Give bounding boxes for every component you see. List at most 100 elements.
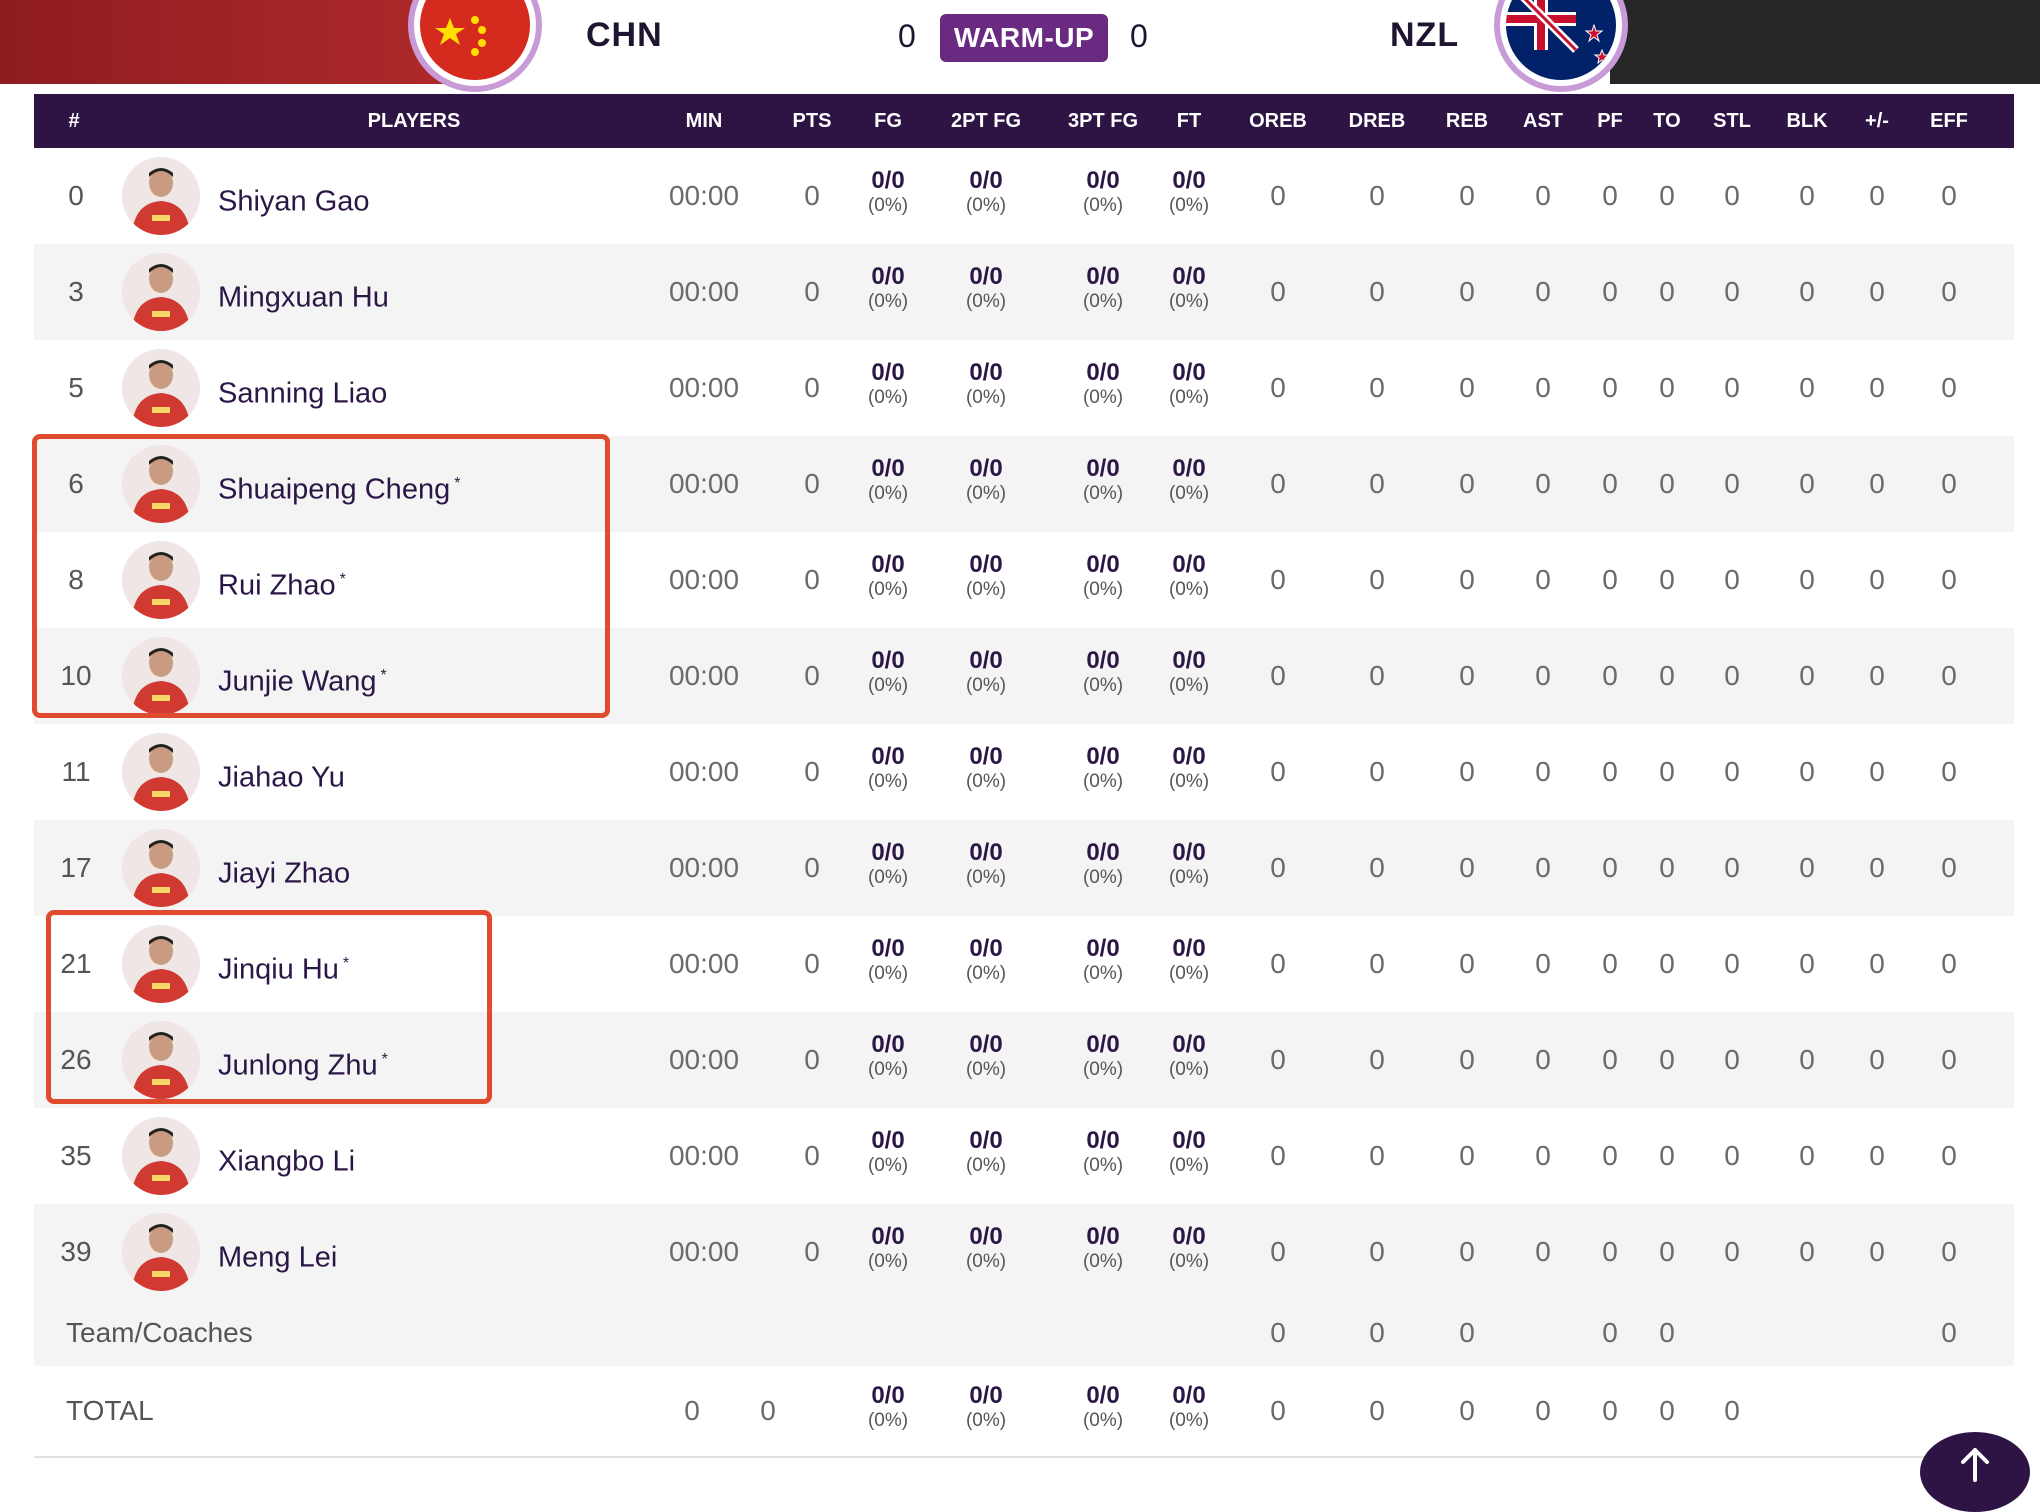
player-3pt-fg-made: 0/0 <box>1086 359 1120 386</box>
player-plus-minus: 0 <box>1869 372 1885 403</box>
player-fg: 0/0 (0%) <box>848 840 928 890</box>
player-plus-minus: 0 <box>1869 1236 1885 1267</box>
player-avatar[interactable] <box>122 1213 200 1291</box>
total-ft-made: 0/0 <box>1172 1382 1206 1409</box>
player-name-link[interactable]: Mingxuan Hu <box>218 244 393 340</box>
player-name-link[interactable]: Jiahao Yu <box>218 724 349 820</box>
col-number: # <box>68 110 80 132</box>
player-3pt-fg-pct: (0%) <box>1082 867 1124 888</box>
player-oreb: 0 <box>1270 660 1286 691</box>
player-min: 00:00 <box>668 276 740 307</box>
player-ft: 0/0 (0%) <box>1149 744 1229 794</box>
player-row[interactable]: 39 Meng Lei 00:00 0 0 0 0 0 0 0 0 0 0 0 0/0 (0%) 0/0 (0%)… <box>34 1204 2014 1300</box>
score-banner: CHN 0 WARM-UP 0 NZL <box>0 0 2040 92</box>
player-avatar[interactable] <box>122 733 200 811</box>
total-2pt-made: 0/0 <box>969 1382 1003 1409</box>
player-dreb: 0 <box>1369 372 1385 403</box>
player-oreb: 0 <box>1270 372 1286 403</box>
player-3pt-fg: 0/0 (0%) <box>1063 648 1143 698</box>
player-ft: 0/0 (0%) <box>1149 456 1229 506</box>
player-2pt-fg-made: 0/0 <box>969 1223 1003 1250</box>
player-name-link[interactable]: Sanning Liao <box>218 340 391 436</box>
player-row[interactable]: 5 Sanning Liao 00:00 0 0 0 0 0 0 0 0 0 0 0 0/0 (0%) 0/0(… <box>34 340 2014 436</box>
player-blk: 0 <box>1799 852 1815 883</box>
player-2pt-fg: 0/0 (0%) <box>946 1032 1026 1082</box>
player-3pt-fg-made: 0/0 <box>1086 167 1120 194</box>
player-avatar[interactable] <box>122 829 200 907</box>
col-stl: STL <box>1713 110 1751 132</box>
player-min: 00:00 <box>668 1236 740 1267</box>
col-fg: FG <box>874 110 902 132</box>
player-fg-pct: (0%) <box>867 771 909 792</box>
player-min: 00:00 <box>668 180 740 211</box>
player-stl: 0 <box>1724 180 1740 211</box>
player-oreb: 0 <box>1270 1140 1286 1171</box>
player-plus-minus: 0 <box>1869 1140 1885 1171</box>
player-ft-made: 0/0 <box>1172 647 1206 674</box>
player-dreb: 0 <box>1369 180 1385 211</box>
player-ft-made: 0/0 <box>1172 455 1206 482</box>
player-fg-pct: (0%) <box>867 963 909 984</box>
player-ft-pct: (0%) <box>1168 675 1210 696</box>
player-name-link[interactable]: Jiayi Zhao <box>218 820 354 916</box>
player-3pt-fg-made: 0/0 <box>1086 743 1120 770</box>
col-eff: EFF <box>1930 110 1968 132</box>
player-oreb: 0 <box>1270 852 1286 883</box>
player-min: 00:00 <box>668 372 740 403</box>
col-reb: REB <box>1445 110 1489 132</box>
player-row[interactable]: 3 Mingxuan Hu 00:00 0 0 0 0 0 0 0 0 0 0 0 0/0 (0%) 0/0 (0… <box>34 244 2014 340</box>
player-min: 00:00 <box>668 564 740 595</box>
player-2pt-fg-pct: (0%) <box>965 195 1007 216</box>
player-dreb: 0 <box>1369 1140 1385 1171</box>
player-plus-minus: 0 <box>1869 756 1885 787</box>
player-avatar[interactable] <box>122 157 200 235</box>
player-avatar[interactable] <box>122 253 200 331</box>
player-fg-pct: (0%) <box>867 579 909 600</box>
player-avatar[interactable] <box>122 1117 200 1195</box>
player-2pt-fg-pct: (0%) <box>965 291 1007 312</box>
back-to-top-button[interactable] <box>1920 1432 2030 1512</box>
highlight-box-starters-1 <box>32 434 610 718</box>
player-2pt-fg: 0/0 (0%) <box>946 1128 1026 1178</box>
player-2pt-fg-made: 0/0 <box>969 647 1003 674</box>
player-2pt-fg-made: 0/0 <box>969 1031 1003 1058</box>
player-ft: 0/0 (0%) <box>1149 1224 1229 1274</box>
player-eff: 0 <box>1941 180 1957 211</box>
player-fg: 0/0 (0%) <box>848 264 928 314</box>
player-dreb: 0 <box>1369 1236 1385 1267</box>
player-dreb: 0 <box>1369 468 1385 499</box>
team-oreb: 0 <box>1270 1317 1286 1348</box>
player-pts: 0 <box>804 1044 820 1075</box>
player-ft-made: 0/0 <box>1172 551 1206 578</box>
player-avatar[interactable] <box>122 349 200 427</box>
player-ft: 0/0 (0%) <box>1149 264 1229 314</box>
player-3pt-fg-pct: (0%) <box>1082 675 1124 696</box>
player-row[interactable]: 11 Jiahao Yu 00:00 0 0 0 0 0 0 0 0 0 0 0 0/0 (0%) 0/0 (0%… <box>34 724 2014 820</box>
player-2pt-fg-made: 0/0 <box>969 551 1003 578</box>
player-number: 0 <box>68 180 84 211</box>
home-score: 0 <box>898 18 916 54</box>
player-fg: 0/0 (0%) <box>848 936 928 986</box>
away-score: 0 <box>1130 18 1148 54</box>
player-row[interactable]: 35 Xiangbo Li 00:00 0 0 0 0 0 0 0 0 0 0 0 0/0 (0%) 0/0 (0… <box>34 1108 2014 1204</box>
player-name-link[interactable]: Shiyan Gao <box>218 148 374 244</box>
player-reb: 0 <box>1459 180 1475 211</box>
player-3pt-fg-made: 0/0 <box>1086 1031 1120 1058</box>
player-eff: 0 <box>1941 852 1957 883</box>
player-3pt-fg: 0/0 (0%) <box>1063 1128 1143 1178</box>
player-3pt-fg: 0/0 (0%) <box>1063 1032 1143 1082</box>
player-ft-pct: (0%) <box>1168 1251 1210 1272</box>
player-fg-made: 0/0 <box>871 647 905 674</box>
player-2pt-fg-pct: (0%) <box>965 579 1007 600</box>
team-to: 0 <box>1659 1317 1675 1348</box>
player-2pt-fg: 0/0 (0%) <box>946 648 1026 698</box>
total-stl: 0 <box>1724 1395 1740 1426</box>
player-number: 17 <box>60 852 92 883</box>
table-header: # PLAYERS MIN PTS FG 2PT FG 3PT FG FT OR… <box>34 94 2014 148</box>
player-name-link[interactable]: Xiangbo Li <box>218 1108 359 1204</box>
player-row[interactable]: 17 Jiayi Zhao 00:00 0 0 0 0 0 0 0 0 0 0 0 0/0 (0%) 0/0 (0… <box>34 820 2014 916</box>
player-3pt-fg-pct: (0%) <box>1082 195 1124 216</box>
player-name-link[interactable]: Meng Lei <box>218 1204 341 1300</box>
player-row[interactable]: 0 Shiyan Gao 00:00 0 0 0 0 0 0 0 0 0 0 0 0/0 (0%) 0/0 (0%… <box>34 148 2014 244</box>
player-fg: 0/0 (0%) <box>848 744 928 794</box>
